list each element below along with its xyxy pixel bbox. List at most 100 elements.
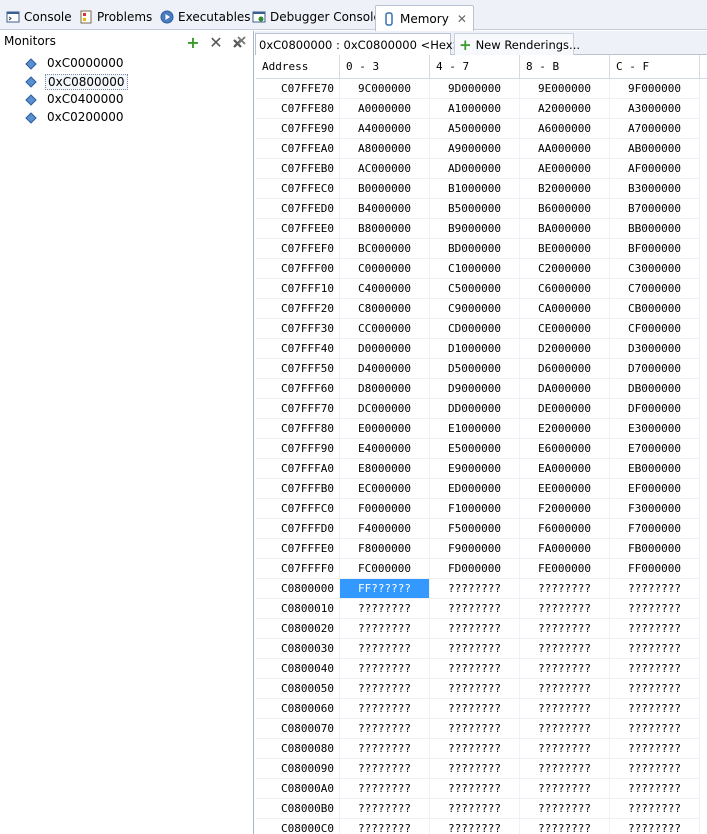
memory-cell[interactable]: AB000000 [610, 139, 700, 159]
memory-cell[interactable]: FB000000 [610, 539, 700, 559]
memory-cell[interactable]: ???????? [610, 659, 700, 679]
memory-cell[interactable]: CD000000 [430, 319, 520, 339]
close-icon[interactable]: ✕ [457, 12, 467, 26]
memory-cell[interactable]: F9000000 [430, 539, 520, 559]
memory-cell[interactable]: ED000000 [430, 479, 520, 499]
memory-cell[interactable]: EC000000 [340, 479, 430, 499]
memory-cell[interactable]: AC000000 [340, 159, 430, 179]
memory-cell[interactable]: ???????? [340, 659, 430, 679]
memory-cell[interactable]: EA000000 [520, 459, 610, 479]
memory-cell[interactable]: A1000000 [430, 99, 520, 119]
tab-problems[interactable]: Problems [79, 6, 152, 28]
memory-cell[interactable]: ???????? [340, 679, 430, 699]
memory-cell[interactable]: B3000000 [610, 179, 700, 199]
memory-cell[interactable]: ???????? [430, 759, 520, 779]
memory-cell[interactable]: F2000000 [520, 499, 610, 519]
memory-cell[interactable]: E1000000 [430, 419, 520, 439]
memory-cell[interactable]: ???????? [430, 579, 520, 599]
memory-cell[interactable]: B7000000 [610, 199, 700, 219]
memory-cell[interactable]: ???????? [610, 819, 700, 834]
memory-cell[interactable]: ???????? [610, 779, 700, 799]
tab-hex-rendering[interactable]: 0xC0800000 : 0xC0800000 <Hex> ✕ [255, 33, 478, 55]
memory-cell[interactable]: BC000000 [340, 239, 430, 259]
memory-cell[interactable]: ???????? [520, 799, 610, 819]
memory-cell[interactable]: B5000000 [430, 199, 520, 219]
memory-cell[interactable]: E3000000 [610, 419, 700, 439]
memory-cell[interactable]: ???????? [430, 819, 520, 834]
memory-cell[interactable]: BD000000 [430, 239, 520, 259]
memory-cell[interactable]: AF000000 [610, 159, 700, 179]
memory-cell[interactable]: E6000000 [520, 439, 610, 459]
memory-cell[interactable]: ???????? [610, 759, 700, 779]
header-col-c-f[interactable]: C - F [610, 55, 700, 79]
memory-cell[interactable]: ???????? [610, 619, 700, 639]
memory-cell[interactable]: AD000000 [430, 159, 520, 179]
memory-cell[interactable]: ???????? [520, 819, 610, 834]
memory-cell[interactable]: E7000000 [610, 439, 700, 459]
memory-cell[interactable]: ???????? [520, 779, 610, 799]
memory-cell[interactable]: A2000000 [520, 99, 610, 119]
memory-cell[interactable]: ???????? [520, 619, 610, 639]
memory-cell[interactable]: 9F000000 [610, 79, 700, 99]
memory-cell[interactable]: B0000000 [340, 179, 430, 199]
memory-cell[interactable]: C1000000 [430, 259, 520, 279]
memory-cell[interactable]: ???????? [520, 659, 610, 679]
memory-cell[interactable]: ???????? [340, 719, 430, 739]
memory-cell[interactable]: ???????? [610, 719, 700, 739]
memory-cell[interactable]: ???????? [520, 639, 610, 659]
memory-cell[interactable]: ???????? [340, 799, 430, 819]
memory-cell[interactable]: EF000000 [610, 479, 700, 499]
memory-cell[interactable]: ???????? [340, 759, 430, 779]
memory-cell[interactable]: F4000000 [340, 519, 430, 539]
memory-table[interactable]: Address 0 - 3 4 - 7 8 - B C - F C07FFE70… [256, 55, 707, 834]
memory-cell[interactable]: D5000000 [430, 359, 520, 379]
memory-cell[interactable]: E8000000 [340, 459, 430, 479]
memory-cell[interactable]: ???????? [610, 599, 700, 619]
header-address[interactable]: Address [256, 55, 340, 79]
memory-cell[interactable]: AA000000 [520, 139, 610, 159]
memory-cell[interactable]: B8000000 [340, 219, 430, 239]
memory-cell[interactable]: ???????? [430, 779, 520, 799]
memory-cell[interactable]: A0000000 [340, 99, 430, 119]
memory-cell[interactable]: ???????? [340, 639, 430, 659]
memory-cell[interactable]: ???????? [430, 719, 520, 739]
monitor-item-selected[interactable]: 0xC0800000 [0, 73, 253, 91]
memory-cell[interactable]: D8000000 [340, 379, 430, 399]
monitor-item[interactable]: 0xC0000000 [0, 55, 253, 73]
memory-cell[interactable]: ???????? [430, 699, 520, 719]
memory-cell[interactable]: C7000000 [610, 279, 700, 299]
monitor-item[interactable]: 0xC0200000 [0, 109, 253, 127]
memory-cell[interactable]: ???????? [610, 579, 700, 599]
memory-cell[interactable]: ???????? [520, 699, 610, 719]
memory-cell[interactable]: BF000000 [610, 239, 700, 259]
memory-cell[interactable]: ???????? [430, 799, 520, 819]
memory-cell[interactable]: E5000000 [430, 439, 520, 459]
memory-cell[interactable]: ???????? [610, 739, 700, 759]
memory-cell[interactable]: F6000000 [520, 519, 610, 539]
memory-cell[interactable]: F1000000 [430, 499, 520, 519]
memory-cell[interactable]: ???????? [520, 719, 610, 739]
tab-console[interactable]: Console [6, 6, 72, 28]
memory-cell[interactable]: FA000000 [520, 539, 610, 559]
memory-cell[interactable]: ???????? [430, 639, 520, 659]
memory-cell[interactable]: A9000000 [430, 139, 520, 159]
remove-all-monitors-icon[interactable] [231, 35, 247, 51]
memory-cell[interactable]: ???????? [430, 599, 520, 619]
memory-cell[interactable]: C4000000 [340, 279, 430, 299]
memory-cell[interactable]: F3000000 [610, 499, 700, 519]
tab-executables[interactable]: Executables [160, 6, 251, 28]
memory-cell[interactable]: C2000000 [520, 259, 610, 279]
memory-cell[interactable]: ???????? [520, 679, 610, 699]
monitor-item[interactable]: 0xC0400000 [0, 91, 253, 109]
memory-cell[interactable]: B9000000 [430, 219, 520, 239]
memory-cell[interactable]: AE000000 [520, 159, 610, 179]
memory-cell[interactable]: ???????? [520, 759, 610, 779]
memory-cell[interactable]: D0000000 [340, 339, 430, 359]
memory-cell[interactable]: A4000000 [340, 119, 430, 139]
memory-cell[interactable]: ???????? [610, 679, 700, 699]
memory-cell[interactable]: ???????? [430, 679, 520, 699]
memory-cell[interactable]: F7000000 [610, 519, 700, 539]
memory-cell[interactable]: ???????? [340, 599, 430, 619]
memory-cell[interactable]: EE000000 [520, 479, 610, 499]
memory-cell[interactable]: FD000000 [430, 559, 520, 579]
